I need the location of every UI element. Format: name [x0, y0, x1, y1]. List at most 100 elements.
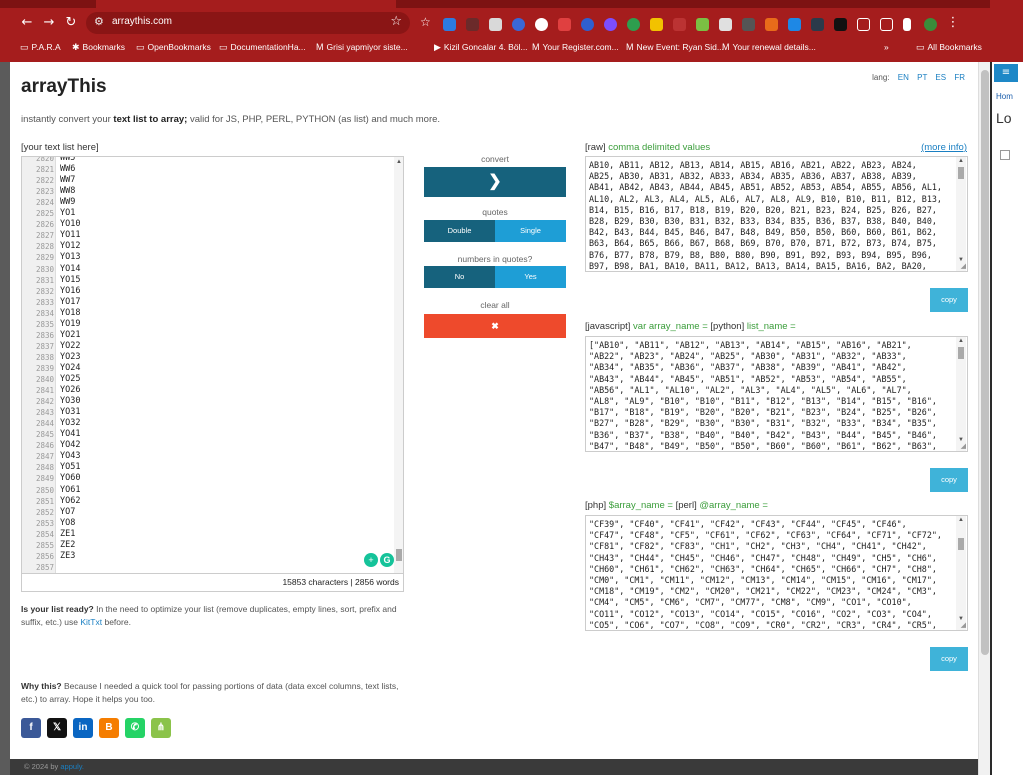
grammarly-icon[interactable]: G	[380, 553, 394, 567]
copy-raw-button[interactable]: copy	[930, 288, 968, 312]
extension-icon[interactable]	[443, 18, 456, 31]
resize-handle-icon[interactable]: ◢	[961, 621, 966, 629]
scroll-thumb[interactable]	[396, 549, 402, 561]
site-title[interactable]: arrayThis	[21, 76, 107, 98]
extension-icon[interactable]	[673, 18, 686, 31]
bookmark-item[interactable]: ▭ DocumentationHa...	[219, 42, 306, 53]
extension-icon[interactable]	[512, 18, 525, 31]
single-quotes-button[interactable]: Single	[495, 220, 566, 242]
extension-icon[interactable]	[719, 18, 732, 31]
scroll-thumb[interactable]	[958, 538, 964, 550]
extension-icon[interactable]	[788, 18, 801, 31]
scroll-thumb[interactable]	[958, 167, 964, 179]
star-icon[interactable]: ☆	[420, 15, 433, 29]
home-link[interactable]: Hom	[996, 92, 1013, 101]
blogger-share-icon[interactable]: B	[99, 718, 119, 738]
bookmark-item[interactable]: ▭ OpenBookmarks	[136, 42, 211, 53]
line-number: 2825	[35, 209, 54, 219]
editor-scrollbar[interactable]: ▲	[394, 157, 403, 573]
text-list-editor[interactable]: 2820 2821 2822 2823 2824 2825 2826 2827 2828 2829…	[21, 156, 404, 574]
extension-icon[interactable]	[811, 18, 824, 31]
x-share-icon[interactable]: 𝕏	[47, 718, 67, 738]
menu-kebab-icon[interactable]: ⋮	[944, 14, 962, 32]
forward-icon[interactable]: →	[40, 14, 58, 32]
line-number: 2821	[35, 165, 54, 175]
grammarly-add-icon[interactable]: +	[364, 553, 378, 567]
bookmarks-overflow[interactable]: »	[884, 42, 889, 52]
numbers-no-button[interactable]: No	[424, 266, 495, 288]
extension-icon[interactable]	[696, 18, 709, 31]
double-quotes-button[interactable]: Double	[424, 220, 495, 242]
lang-es[interactable]: ES	[935, 73, 946, 82]
extension-icon[interactable]	[742, 18, 755, 31]
hamburger-menu-icon[interactable]: ≡	[994, 64, 1018, 82]
bookmark-item[interactable]: ✱ Bookmarks	[72, 42, 125, 53]
linkedin-share-icon[interactable]: in	[73, 718, 93, 738]
scroll-up-icon[interactable]: ▲	[396, 159, 402, 165]
whatsapp-share-icon[interactable]: ✆	[125, 718, 145, 738]
js-output-box[interactable]: ["AB10", "AB11", "AB12", "AB13", "AB14",…	[585, 336, 968, 452]
copy-js-button[interactable]: copy	[930, 468, 968, 492]
numbers-yes-button[interactable]: Yes	[495, 266, 566, 288]
extension-icon[interactable]	[604, 18, 617, 31]
lang-en[interactable]: EN	[898, 73, 909, 82]
bookmark-star-icon[interactable]: ☆	[390, 14, 402, 29]
lang-pt[interactable]: PT	[917, 73, 927, 82]
extension-icon[interactable]	[466, 18, 479, 31]
raw-output-box[interactable]: AB10, AB11, AB12, AB13, AB14, AB15, AB16…	[585, 156, 968, 272]
php-output-box[interactable]: "CF39", "CF40", "CF41", "CF42", "CF43", …	[585, 515, 968, 631]
address-bar[interactable]: ⚙ arraythis.com ☆	[86, 12, 410, 34]
scroll-up-icon[interactable]: ▲	[958, 517, 964, 523]
url-text: arraythis.com	[112, 16, 173, 27]
downloads-icon[interactable]	[880, 18, 893, 31]
extensions-puzzle-icon[interactable]	[857, 18, 870, 31]
page-scrollbar[interactable]	[978, 62, 990, 775]
facebook-share-icon[interactable]: f	[21, 718, 41, 738]
all-bookmarks[interactable]: ▭ All Bookmarks	[916, 42, 982, 53]
js-output-scrollbar[interactable]: ▲ ▼	[956, 337, 966, 451]
back-icon[interactable]: ←	[18, 14, 36, 32]
profile-avatar[interactable]	[924, 18, 937, 31]
resize-handle-icon[interactable]: ◢	[961, 442, 966, 450]
line-number: 2822	[35, 176, 54, 186]
bookmark-item[interactable]: M Grisi yapmiyor siste...	[316, 42, 408, 52]
bookmark-item[interactable]: ▶ Kizil Goncalar 4. Böl...	[434, 42, 528, 53]
site-info-icon[interactable]: ⚙	[94, 15, 104, 28]
page-scroll-thumb[interactable]	[981, 70, 989, 655]
list-item: YO18	[60, 307, 81, 318]
resize-handle-icon[interactable]: ◢	[961, 262, 966, 270]
share-icon[interactable]: ⋔	[151, 718, 171, 738]
scroll-thumb[interactable]	[958, 347, 964, 359]
raw-output-scrollbar[interactable]: ▲ ▼	[956, 157, 966, 271]
lang-fr[interactable]: FR	[954, 73, 965, 82]
copy-php-button[interactable]: copy	[930, 647, 968, 671]
extension-icon[interactable]	[535, 18, 548, 31]
active-tab[interactable]	[96, 0, 396, 8]
save-icon[interactable]	[1000, 150, 1010, 160]
convert-button[interactable]: ❯	[424, 167, 566, 197]
footer-link[interactable]: appuly.	[60, 762, 84, 771]
more-info-link[interactable]: (more info)	[921, 142, 967, 153]
extension-icon[interactable]	[834, 18, 847, 31]
bookmark-item[interactable]: M New Event: Ryan Sid...	[626, 42, 724, 52]
side-panel-icon[interactable]	[903, 18, 911, 31]
line-number: 2856	[35, 551, 54, 561]
clear-all-button[interactable]: ✖	[424, 314, 566, 338]
bookmark-item[interactable]: M Your renewal details...	[722, 42, 816, 52]
bookmark-item[interactable]: M Your Register.com...	[532, 42, 619, 52]
kittxt-link[interactable]: KitTxt	[80, 617, 102, 627]
scroll-up-icon[interactable]: ▲	[958, 338, 964, 344]
js-output-label: [javascript] var array_name = [python] l…	[585, 321, 796, 332]
extension-icon[interactable]	[765, 18, 778, 31]
extension-icon[interactable]	[650, 18, 663, 31]
numbers-quotes-label: numbers in quotes?	[457, 254, 533, 264]
scroll-up-icon[interactable]: ▲	[958, 158, 964, 164]
gmail-icon: M	[316, 42, 324, 52]
bookmark-item[interactable]: ▭ P.A.R.A	[20, 42, 61, 53]
php-output-scrollbar[interactable]: ▲ ▼	[956, 516, 966, 630]
extension-icon[interactable]	[581, 18, 594, 31]
extension-icon[interactable]	[489, 18, 502, 31]
extension-icon[interactable]	[627, 18, 640, 31]
reload-icon[interactable]: ↻	[62, 14, 80, 32]
extension-icon[interactable]	[558, 18, 571, 31]
